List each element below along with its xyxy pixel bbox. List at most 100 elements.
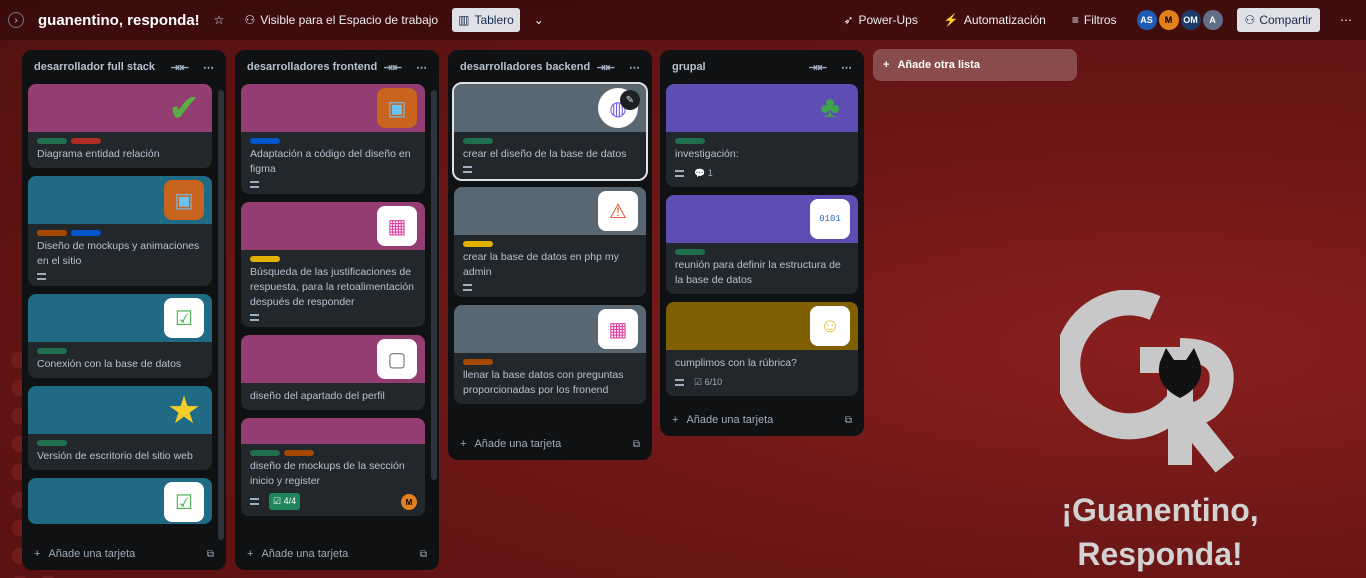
list-full-stack: desarrollador full stack ⇥⇤ ⋯ ✔ Diagrama e…: [22, 50, 226, 570]
add-card-button[interactable]: + Añade una tarjeta ⧉: [22, 542, 226, 566]
add-card-button[interactable]: + Añade una tarjeta ⧉: [660, 408, 864, 432]
card[interactable]: ▣ Diseño de mockups y animaciones en el …: [28, 176, 212, 286]
expand-sidebar-button[interactable]: ›: [8, 12, 24, 28]
avatar[interactable]: A: [1202, 10, 1223, 30]
template-icon[interactable]: ⧉: [207, 549, 214, 560]
scrollbar[interactable]: [431, 90, 437, 480]
gr-cat-logo: [1060, 290, 1235, 473]
add-card-button[interactable]: + Añade una tarjeta ⧉: [235, 542, 439, 566]
plus-icon: +: [247, 548, 254, 560]
card[interactable]: ★ Versión de escritorio del sitio web: [28, 386, 212, 470]
box-sticker-icon: ▣: [164, 180, 204, 220]
avatar[interactable]: M: [1158, 10, 1179, 30]
list-menu-icon[interactable]: ⋯: [841, 61, 852, 74]
list-menu-icon[interactable]: ⋯: [629, 61, 640, 74]
template-icon[interactable]: ⧉: [845, 415, 852, 426]
card[interactable]: ▢ diseño del apartado del perfil: [241, 335, 425, 410]
list-title[interactable]: desarrollador full stack: [34, 61, 155, 73]
card-title: cumplimos con la rúbrica?: [675, 357, 797, 369]
card-title: Adaptación a código del diseño en figma: [250, 148, 411, 175]
safe-sticker-icon: ▢: [377, 339, 417, 379]
add-person-icon: ⚇: [1244, 13, 1256, 27]
list-backend: desarrolladores backend ⇥⇤ ⋯ ◍ ✎ crear el d…: [448, 50, 652, 460]
visibility-button[interactable]: ⚇ Visible para el Espacio de trabajo: [238, 8, 444, 32]
list-title[interactable]: grupal: [672, 61, 706, 73]
filters-button[interactable]: ≡ Filtros: [1066, 8, 1123, 32]
scrollbar[interactable]: [218, 90, 224, 540]
checklist-badge: ☑ 4/4: [269, 493, 301, 510]
avatar[interactable]: OM: [1180, 10, 1201, 30]
rocket-icon: ➶: [843, 13, 854, 27]
binary-sticker-icon: 0101: [810, 199, 850, 239]
list-frontend: desarrolladores frontend ⇥⇤ ⋯ ▣ Adaptación…: [235, 50, 439, 570]
card-title: Conexión con la base de datos: [37, 358, 182, 370]
avatar[interactable]: AS: [1136, 10, 1157, 30]
share-button[interactable]: ⚇ Compartir: [1236, 8, 1320, 32]
comment-count: 💬 1: [694, 168, 713, 178]
card[interactable]: ▦ llenar la base datos con preguntas pro…: [454, 305, 646, 404]
collapse-icon[interactable]: ⇥⇤: [384, 61, 402, 74]
plus-icon: +: [34, 548, 41, 560]
card-title: crear la base de datos en php my admin: [463, 251, 619, 278]
add-card-button[interactable]: + Añade una tarjeta ⧉: [448, 432, 652, 456]
filter-icon: ≡: [1071, 13, 1079, 27]
collapse-icon[interactable]: ⇥⇤: [171, 61, 189, 74]
card-title: Diseño de mockups y animaciones en el si…: [37, 240, 200, 267]
collapse-icon[interactable]: ⇥⇤: [597, 61, 615, 74]
avatar[interactable]: M: [401, 494, 417, 510]
check-sticker-icon: ✔: [168, 87, 200, 130]
checklist-badge: ☑ 6/10: [694, 377, 723, 387]
card[interactable]: ⚠ crear la base de datos en php my admin: [454, 187, 646, 297]
card-title: reunión para definir la estructura de la…: [675, 259, 841, 286]
automation-button[interactable]: ⚡ Automatización: [938, 8, 1052, 32]
powerups-button[interactable]: ➶ Power-Ups: [837, 8, 923, 32]
add-list-button[interactable]: + Añade otra lista: [873, 49, 1077, 81]
error-sticker-icon: ⚠: [598, 191, 638, 231]
card-title: llenar la base datos con preguntas propo…: [463, 369, 624, 396]
description-icon: [463, 166, 472, 173]
description-icon: [250, 181, 259, 188]
card-title: diseño de mockups de la sección inicio y…: [250, 460, 405, 487]
card[interactable]: ☺ cumplimos con la rúbrica? ☑ 6/10: [666, 302, 858, 396]
collapse-icon[interactable]: ⇥⇤: [809, 61, 827, 74]
card-title: Diagrama entidad relación: [37, 148, 160, 160]
template-icon[interactable]: ⧉: [633, 439, 640, 450]
description-icon: [463, 284, 472, 291]
card[interactable]: ▦ Búsqueda de las justificaciones de res…: [241, 202, 425, 327]
card[interactable]: diseño de mockups de la sección inicio y…: [241, 418, 425, 516]
more-icon[interactable]: ⋯: [1334, 8, 1358, 32]
cubes-sticker-icon: ▦: [377, 206, 417, 246]
board-title[interactable]: guanentino, responda!: [38, 12, 200, 29]
view-switcher-button[interactable]: ▥ Tablero: [452, 8, 520, 32]
box-sticker-icon: ▣: [377, 88, 417, 128]
people-icon: ⚇: [244, 13, 256, 27]
card[interactable]: 0101 reunión para definir la estructura …: [666, 195, 858, 294]
card-title: investigación:: [675, 148, 739, 160]
trees-sticker-icon: ♣: [820, 91, 840, 124]
card[interactable]: ◍ ✎ crear el diseño de la base de datos: [452, 82, 648, 181]
edit-icon[interactable]: ✎: [620, 90, 640, 110]
card-title: Búsqueda de las justificaciones de respu…: [250, 266, 415, 308]
board-icon: ▥: [458, 13, 470, 27]
card[interactable]: ▣ Adaptación a código del diseño en figm…: [241, 84, 425, 194]
list-grupal: grupal ⇥⇤ ⋯ ♣ investigación: 💬 1 0101 reun…: [660, 50, 864, 436]
plus-icon: +: [883, 59, 890, 71]
star-icon[interactable]: ☆: [208, 8, 231, 32]
card-title: Versión de escritorio del sitio web: [37, 450, 193, 462]
template-icon[interactable]: ⧉: [420, 549, 427, 560]
list-title[interactable]: desarrolladores frontend: [247, 61, 377, 73]
card[interactable]: ☑ Conexión con la base de datos: [28, 294, 212, 378]
card[interactable]: ♣ investigación: 💬 1: [666, 84, 858, 187]
card[interactable]: ✔ Diagrama entidad relación: [28, 84, 212, 168]
description-icon: [675, 170, 684, 177]
description-icon: [250, 314, 259, 321]
list-menu-icon[interactable]: ⋯: [203, 61, 214, 74]
list-title[interactable]: desarrolladores backend: [460, 61, 590, 73]
chevron-down-icon[interactable]: ⌄: [528, 8, 550, 32]
star-sticker-icon: ★: [166, 389, 202, 432]
card[interactable]: ☑: [28, 478, 212, 524]
list-menu-icon[interactable]: ⋯: [416, 61, 427, 74]
card-title: crear el diseño de la base de datos: [463, 148, 627, 160]
lightning-icon: ⚡: [943, 13, 959, 27]
card-title: diseño del apartado del perfil: [250, 390, 385, 402]
